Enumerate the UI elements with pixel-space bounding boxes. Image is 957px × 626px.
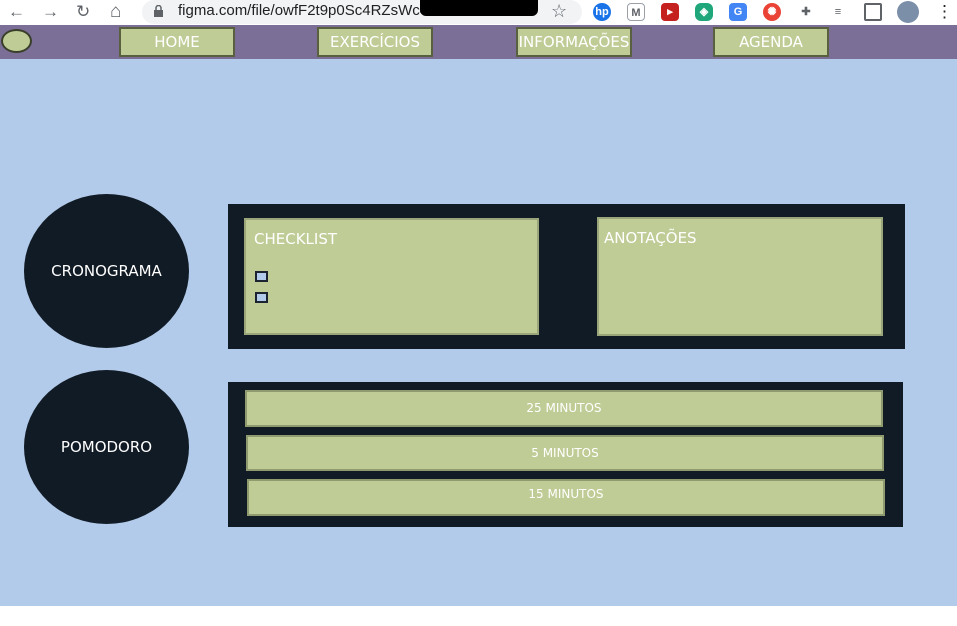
hp-extension-icon[interactable]: hp — [593, 3, 611, 21]
timer-5-button[interactable]: 5 MINUTOS — [246, 435, 884, 471]
translate-extension-icon[interactable]: G — [729, 3, 747, 21]
logo[interactable] — [1, 29, 32, 53]
media-queue-icon[interactable]: ≡ — [829, 3, 847, 21]
back-icon[interactable]: ← — [8, 2, 25, 22]
timer-15-button[interactable]: 15 MINUTOS — [247, 479, 885, 516]
video-extension-icon[interactable]: ▸ — [661, 3, 679, 21]
lock-icon — [154, 5, 163, 17]
anotacoes-card[interactable]: ANOTAÇÕES — [597, 217, 883, 336]
cronograma-label: CRONOGRAMA — [51, 262, 162, 280]
puzzle-extensions-icon[interactable]: ✚ — [797, 3, 815, 21]
mail-extension-icon[interactable]: M — [627, 3, 645, 21]
redaction-bar — [420, 0, 538, 16]
menu-icon[interactable]: ⋮ — [936, 2, 953, 22]
shield-extension-icon[interactable]: ◈ — [695, 3, 713, 21]
reload-icon[interactable]: ↻ — [76, 2, 90, 22]
nav-exercicios[interactable]: EXERCÍCIOS — [317, 27, 433, 57]
checklist-checkbox[interactable] — [255, 292, 268, 303]
nav-informacoes[interactable]: INFORMAÇÕES — [516, 27, 632, 57]
profile-avatar[interactable] — [897, 1, 919, 23]
bookmark-star-icon[interactable]: ☆ — [551, 1, 567, 22]
pomodoro-panel: 25 MINUTOS 5 MINUTOS 15 MINUTOS — [228, 382, 903, 527]
browser-toolbar: ← → ↻ ⌂ figma.com/file/owfF2t9p0Sc4RZsWc… — [0, 0, 957, 25]
anotacoes-title: ANOTAÇÕES — [604, 229, 697, 247]
nav-agenda[interactable]: AGENDA — [713, 27, 829, 57]
color-extension-icon[interactable]: ✺ — [763, 3, 781, 21]
cronograma-circle[interactable]: CRONOGRAMA — [24, 194, 189, 348]
cronograma-panel: CHECKLIST ANOTAÇÕES — [228, 204, 905, 349]
forward-icon[interactable]: → — [42, 2, 59, 22]
pomodoro-circle[interactable]: POMODORO — [24, 370, 189, 524]
page-bottom — [0, 606, 957, 626]
checklist-title: CHECKLIST — [254, 230, 338, 248]
checklist-checkbox[interactable] — [255, 271, 268, 282]
side-panel-icon[interactable] — [864, 3, 882, 21]
prototype-canvas: HOME EXERCÍCIOS INFORMAÇÕES AGENDA CRONO… — [0, 25, 957, 606]
home-icon[interactable]: ⌂ — [110, 2, 121, 22]
top-navigation: HOME EXERCÍCIOS INFORMAÇÕES AGENDA — [0, 25, 957, 59]
url-text: figma.com/file/owfF2t9p0Sc4RZsWc4 — [178, 2, 429, 19]
checklist-card: CHECKLIST — [244, 218, 539, 335]
nav-home[interactable]: HOME — [119, 27, 235, 57]
timer-25-button[interactable]: 25 MINUTOS — [245, 390, 883, 427]
pomodoro-label: POMODORO — [60, 438, 153, 456]
